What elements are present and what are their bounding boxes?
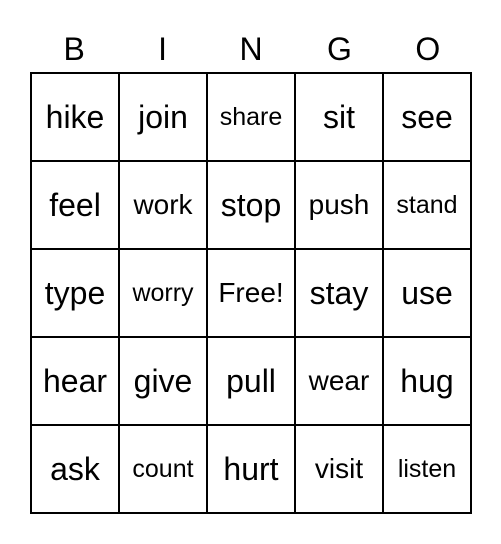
bingo-cell: listen xyxy=(383,425,471,513)
bingo-cell: give xyxy=(119,337,207,425)
header-letter-n: N xyxy=(239,31,263,67)
bingo-cell: join xyxy=(119,73,207,161)
bingo-cell: see xyxy=(383,73,471,161)
bingo-cell: type xyxy=(31,249,119,337)
bingo-cell: feel xyxy=(31,161,119,249)
bingo-cell: hear xyxy=(31,337,119,425)
bingo-cell: work xyxy=(119,161,207,249)
header-letter-i: I xyxy=(158,31,168,67)
header-letter-b: B xyxy=(63,31,85,67)
bingo-header: B I N G O xyxy=(30,28,472,70)
bingo-cell: share xyxy=(207,73,295,161)
bingo-cell: stand xyxy=(383,161,471,249)
bingo-cell: count xyxy=(119,425,207,513)
bingo-cell: use xyxy=(383,249,471,337)
bingo-cell: push xyxy=(295,161,383,249)
bingo-cell: stay xyxy=(295,249,383,337)
free-space-cell: Free! xyxy=(207,249,295,337)
bingo-cell: stop xyxy=(207,161,295,249)
bingo-cell: hug xyxy=(383,337,471,425)
bingo-cell: ask xyxy=(31,425,119,513)
bingo-cell: sit xyxy=(295,73,383,161)
bingo-cell: hike xyxy=(31,73,119,161)
bingo-cell: visit xyxy=(295,425,383,513)
bingo-cell: pull xyxy=(207,337,295,425)
bingo-grid: hike join share sit see feel work stop push stand… xyxy=(30,72,472,514)
header-letter-g: G xyxy=(326,31,352,67)
header-letter-o: O xyxy=(415,31,441,67)
bingo-cell: hurt xyxy=(207,425,295,513)
bingo-cell: wear xyxy=(295,337,383,425)
bingo-cell: worry xyxy=(119,249,207,337)
